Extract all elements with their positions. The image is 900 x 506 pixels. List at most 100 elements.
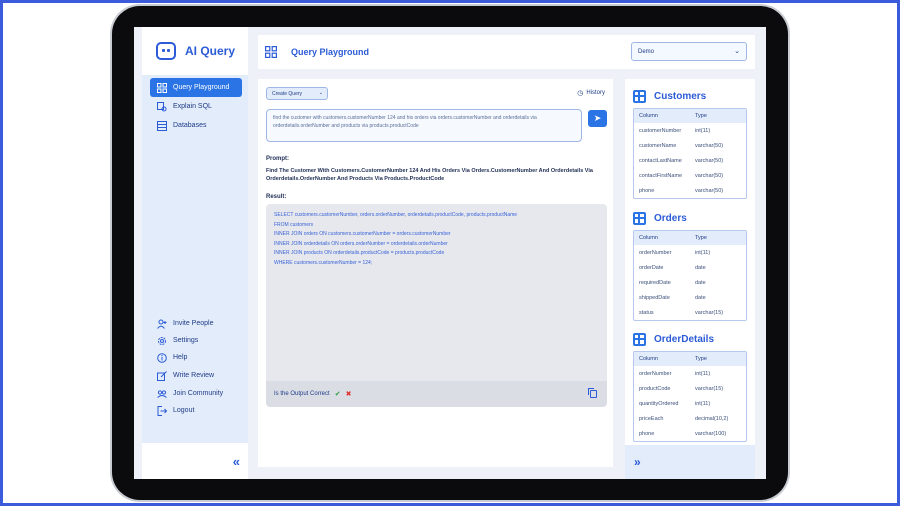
column-name: status [639,309,654,316]
query-mode-value: Create Query [272,90,303,97]
table-row: orderDate date [634,260,746,275]
sql-line: WHERE customers.customerNumber = 124; [274,259,373,266]
column-name: orderDate [639,264,664,271]
check-icon[interactable]: ✔ [335,390,341,398]
column-type: varchar(50) [695,172,724,179]
column-name: productCode [639,385,671,392]
sql-line: INNER JOIN orderdetails ON orders.orderN… [274,240,448,247]
sidebar-item-label: Explain SQL [173,103,212,110]
expand-schema-button[interactable]: » [625,445,755,479]
schema-table-header: Column Type [634,109,746,123]
column-type: varchar(15) [695,309,724,316]
sql-line: INNER JOIN products ON orderdetails.prod… [274,250,445,256]
community-icon [157,389,167,399]
column-name: contactFirstName [639,172,683,179]
column-type: decimal(10,2) [695,415,729,422]
table-row: shippedDate date [634,290,746,305]
edit-icon [157,370,167,381]
schema-table-title[interactable]: Customers [633,90,706,103]
sidebar-item-help[interactable]: Help [150,348,242,367]
sidebar-item-databases[interactable]: Databases [150,116,242,135]
double-chevron-right-icon: » [634,455,641,469]
column-header: Column [639,113,658,119]
copy-icon[interactable] [588,388,597,398]
table-row: contactFirstName varchar(50) [634,168,746,183]
history-button[interactable]: ◷ History [577,89,605,97]
app-name: AI Query [185,44,236,58]
column-type: date [695,294,706,301]
column-type: varchar(100) [695,430,727,437]
sidebar-item-write-review[interactable]: Write Review [150,366,242,385]
gear-icon [157,336,167,346]
column-type: int(11) [695,249,711,256]
table-row: customerName varchar(50) [634,138,746,153]
table-icon [633,90,646,103]
grid-icon [157,82,167,93]
brand[interactable]: AI Query [142,27,248,75]
column-name: priceEach [639,415,664,422]
column-type: int(11) [695,370,711,377]
column-type: date [695,279,706,286]
schema-panel: Customers Column Type customerNumber int(… [625,79,755,445]
sidebar-item-label: Logout [173,407,195,414]
sql-line: FROM customers [274,221,314,228]
sidebar-item-label: Invite People [173,320,214,327]
sidebar-item-label: Write Review [173,372,215,379]
project-select[interactable]: Demo ⌄ [631,42,747,61]
header: Query Playground Demo ⌄ [258,35,755,69]
explain-icon [157,101,167,112]
sidebar-item-query-playground[interactable]: Query Playground [150,78,242,97]
collapse-sidebar-button[interactable]: « [142,443,248,479]
logout-icon [157,405,167,416]
type-header: Type [695,235,707,241]
column-type: varchar(50) [695,187,724,194]
column-name: customerNumber [639,127,682,134]
chevron-down-icon: ⌄ [734,48,740,55]
column-name: orderNumber [639,249,672,256]
result-label: Result: [266,194,287,200]
schema-table-title[interactable]: Orders [633,212,687,225]
sidebar-item-explain-sql[interactable]: Explain SQL [150,97,242,116]
feedback-bar: Is the Output Correct ✔ ✖ [266,381,607,407]
schema-table: Column Type orderNumber int(11) orderDate… [633,230,747,321]
send-button[interactable]: ➤ [588,110,607,127]
table-name: Orders [654,213,687,224]
history-label: History [586,90,605,96]
query-panel: Create Query ⌄ ◷ History find the custom… [258,79,613,467]
column-type: int(11) [695,127,711,134]
schema-table-header: Column Type [634,352,746,366]
type-header: Type [695,356,707,362]
table-row: contactLastName varchar(50) [634,153,746,168]
result-sql[interactable]: SELECT customers.customerNumber, orders.… [266,204,607,381]
sidebar-item-logout[interactable]: Logout [150,401,242,420]
close-icon[interactable]: ✖ [346,390,352,398]
schema-table: Column Type customerNumber int(11) custom… [633,108,747,199]
table-row: status varchar(15) [634,305,746,320]
column-name: quantityOrdered [639,400,679,407]
sidebar-item-label: Settings [173,337,199,344]
table-row: orderNumber int(11) [634,245,746,260]
table-row: quantityOrdered int(11) [634,396,746,411]
double-chevron-left-icon: « [232,453,240,469]
sidebar-item-label: Help [173,354,188,361]
table-row: priceEach decimal(10,2) [634,411,746,426]
column-header: Column [639,235,658,241]
schema-table-title[interactable]: OrderDetails [633,333,714,346]
feedback-label: Is the Output Correct [274,391,330,397]
table-row: phone varchar(50) [634,183,746,198]
project-select-value: Demo [638,48,655,55]
query-input[interactable]: find the customer with customers.custome… [266,109,582,142]
type-header: Type [695,113,707,119]
send-icon: ➤ [593,113,602,123]
column-type: int(11) [695,400,711,407]
table-name: OrderDetails [654,334,715,345]
help-icon [157,352,167,363]
sql-line: SELECT customers.customerNumber, orders.… [274,212,518,218]
column-type: varchar(50) [695,157,724,164]
sidebar-item-label: Query Playground [173,84,230,91]
table-row: customerNumber int(11) [634,123,746,138]
column-type: date [695,264,706,271]
query-mode-dropdown[interactable]: Create Query ⌄ [266,87,328,100]
sidebar: AI Query Query Playground Explain SQL Da… [142,27,248,479]
prompt-text: Find The Customer With Customers.Custome… [266,168,593,182]
